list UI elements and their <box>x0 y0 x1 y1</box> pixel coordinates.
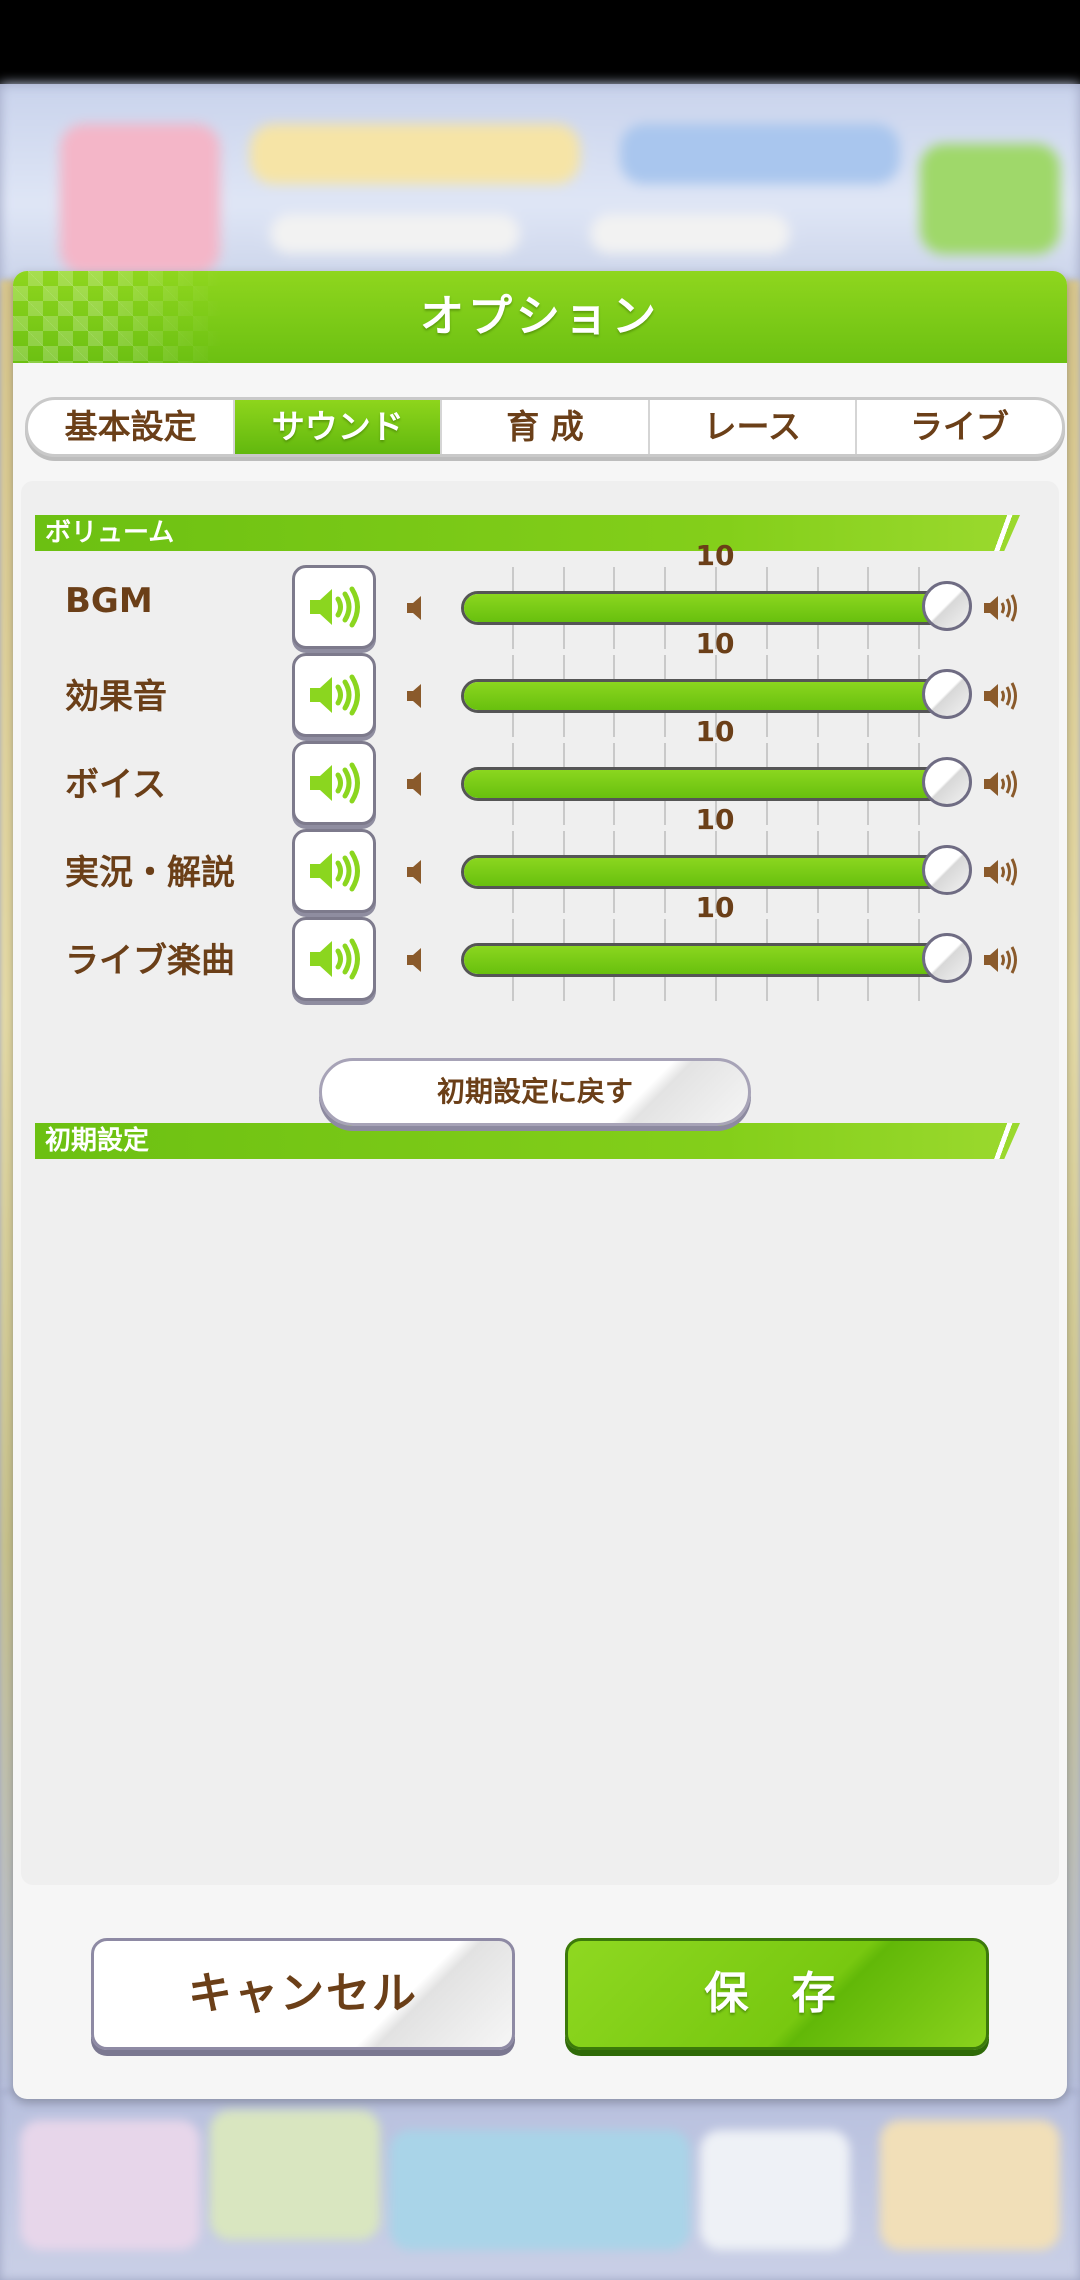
volume-slider-track[interactable] <box>461 767 969 801</box>
volume-low-icon <box>405 947 427 973</box>
volume-low-icon <box>405 595 427 621</box>
volume-value: 10 <box>695 803 735 836</box>
volume-slider-fill <box>464 946 966 974</box>
volume-high-icon <box>983 593 1019 623</box>
tab-race[interactable]: レース <box>650 400 857 454</box>
sound-settings-panel: ボリューム BGM 10 効果音 10 ボイス 10 実況・解説 10 ライブ楽曲 10 初期設定… <box>21 481 1059 1885</box>
volume-slider-track[interactable] <box>461 855 969 889</box>
dialog-title: オプション <box>420 291 660 342</box>
section-title-reset: 初期設定 <box>45 1126 150 1156</box>
dialog-header: オプション <box>13 271 1067 363</box>
volume-slider-knob[interactable] <box>922 669 972 719</box>
speaker-on-icon <box>310 850 360 892</box>
background-home-header <box>0 84 1080 284</box>
speaker-on-icon <box>310 674 360 716</box>
volume-value: 10 <box>695 715 735 748</box>
volume-slider-knob[interactable] <box>922 845 972 895</box>
options-dialog: オプション 基本設定 サウンド 育 成 レース ライブ ボリューム BGM 10 効… <box>13 271 1067 2099</box>
volume-label: ボイス <box>65 765 166 805</box>
speaker-on-icon <box>310 938 360 980</box>
mute-toggle-button[interactable] <box>292 917 376 1001</box>
volume-value: 10 <box>695 891 735 924</box>
volume-label: 効果音 <box>65 677 167 717</box>
volume-row: ライブ楽曲 10 <box>21 891 1059 1001</box>
background-home-footer <box>0 2090 1080 2280</box>
speaker-on-icon <box>310 586 360 628</box>
tab-live[interactable]: ライブ <box>857 400 1062 454</box>
speaker-on-icon <box>310 762 360 804</box>
volume-slider-track[interactable] <box>461 943 969 977</box>
options-tabs: 基本設定 サウンド 育 成 レース ライブ <box>25 397 1065 457</box>
volume-slider-fill <box>464 682 966 710</box>
volume-low-icon <box>405 859 427 885</box>
volume-high-icon <box>983 945 1019 975</box>
volume-value: 10 <box>695 539 735 572</box>
volume-label: ライブ楽曲 <box>65 941 235 981</box>
volume-high-icon <box>983 769 1019 799</box>
volume-low-icon <box>405 771 427 797</box>
reset-defaults-button[interactable]: 初期設定に戻す <box>319 1058 751 1126</box>
tab-training[interactable]: 育 成 <box>442 400 650 454</box>
volume-slider-track[interactable] <box>461 591 969 625</box>
volume-low-icon <box>405 683 427 709</box>
volume-slider-fill <box>464 770 966 798</box>
tab-sound[interactable]: サウンド <box>235 400 443 454</box>
volume-label: 実況・解説 <box>65 853 235 893</box>
save-button[interactable]: 保 存 <box>565 1938 989 2050</box>
volume-slider-fill <box>464 594 966 622</box>
status-bar <box>0 0 1080 84</box>
volume-value: 10 <box>695 627 735 660</box>
volume-label: BGM <box>65 581 153 621</box>
cancel-button[interactable]: キャンセル <box>91 1938 515 2050</box>
section-header-reset: 初期設定 <box>35 1123 1020 1159</box>
volume-slider-knob[interactable] <box>922 757 972 807</box>
volume-slider-knob[interactable] <box>922 581 972 631</box>
volume-high-icon <box>983 681 1019 711</box>
volume-slider-knob[interactable] <box>922 933 972 983</box>
volume-high-icon <box>983 857 1019 887</box>
volume-slider-track[interactable] <box>461 679 969 713</box>
volume-slider-fill <box>464 858 966 886</box>
tab-basic-settings[interactable]: 基本設定 <box>28 400 236 454</box>
